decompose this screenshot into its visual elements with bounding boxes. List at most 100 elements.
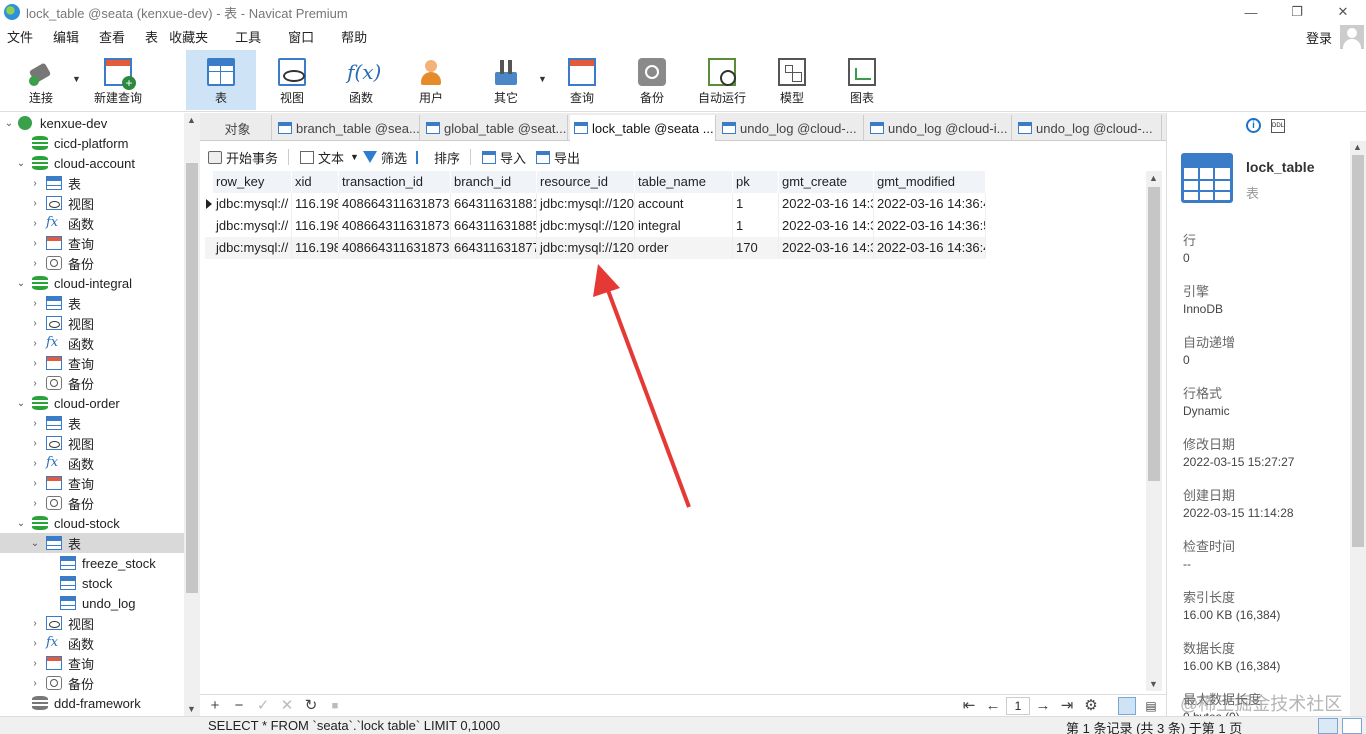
- tree-item[interactable]: › 备份: [0, 253, 184, 273]
- tree-item[interactable]: stock: [0, 573, 184, 593]
- tree-item[interactable]: › 查询: [0, 653, 184, 673]
- chevron-right-icon[interactable]: ›: [30, 218, 40, 229]
- view-button[interactable]: 视图: [262, 50, 322, 110]
- chevron-right-icon[interactable]: ›: [30, 678, 40, 689]
- chevron-right-icon[interactable]: ›: [30, 178, 40, 189]
- menu-file[interactable]: 文件: [0, 27, 46, 46]
- layout-toggle-left[interactable]: [1318, 718, 1338, 734]
- tree-item[interactable]: › 查询: [0, 353, 184, 373]
- chevron-right-icon[interactable]: ›: [30, 338, 40, 349]
- avatar[interactable]: [1340, 25, 1364, 49]
- tree-item[interactable]: ⌄ kenxue-dev: [0, 113, 184, 133]
- menu-window[interactable]: 窗口: [274, 27, 327, 46]
- column-header[interactable]: resource_id: [537, 171, 635, 193]
- filter-button[interactable]: 筛选: [363, 146, 407, 168]
- table-cell[interactable]: 170: [733, 237, 779, 259]
- column-header[interactable]: xid: [292, 171, 339, 193]
- text-button[interactable]: 文本 ▼: [300, 146, 359, 168]
- autorun-button[interactable]: 自动运行: [692, 50, 752, 110]
- tree-item[interactable]: › fx 函数: [0, 333, 184, 353]
- table-cell[interactable]: 2022-03-16 14:3: [779, 193, 874, 215]
- table-cell[interactable]: jdbc:mysql://120: [537, 237, 635, 259]
- table-cell[interactable]: account: [635, 193, 733, 215]
- column-header[interactable]: gmt_modified: [874, 171, 986, 193]
- stop-button[interactable]: ■: [326, 697, 344, 715]
- tree-item[interactable]: › 备份: [0, 493, 184, 513]
- tree-item[interactable]: › fx 函数: [0, 633, 184, 653]
- tree-item[interactable]: › 表: [0, 173, 184, 193]
- info-scroll-thumb[interactable]: [1352, 155, 1364, 547]
- chevron-down-icon[interactable]: ⌄: [30, 538, 40, 549]
- model-button[interactable]: 模型: [762, 50, 822, 110]
- menu-edit[interactable]: 编辑: [46, 27, 92, 46]
- chevron-right-icon[interactable]: ›: [30, 498, 40, 509]
- tree-item[interactable]: › 视图: [0, 433, 184, 453]
- tree-item[interactable]: ⌄ cloud-account: [0, 153, 184, 173]
- function-button[interactable]: f(x) 函数: [331, 50, 391, 110]
- begin-transaction-button[interactable]: 开始事务: [208, 146, 278, 168]
- chevron-down-icon[interactable]: ⌄: [4, 118, 14, 129]
- tree-scrollbar[interactable]: ▲ ▼: [184, 113, 200, 716]
- table-cell[interactable]: jdbc:mysql://120: [537, 215, 635, 237]
- backup-button[interactable]: 备份: [622, 50, 682, 110]
- close-button[interactable]: ✕: [1320, 0, 1366, 24]
- table-row[interactable]: jdbc:mysql://116.198 408664311631873 66431…: [205, 193, 986, 215]
- grid-scrollbar[interactable]: ▲ ▼: [1146, 171, 1162, 691]
- menu-help[interactable]: 帮助: [327, 27, 380, 46]
- connect-dropdown-icon[interactable]: ▼: [72, 74, 81, 84]
- tree-item[interactable]: › 表: [0, 413, 184, 433]
- menu-view[interactable]: 查看: [92, 27, 138, 46]
- maximize-button[interactable]: ❐: [1274, 0, 1320, 24]
- grid-settings-button[interactable]: ⚙: [1082, 697, 1100, 715]
- table-cell[interactable]: 2022-03-16 14:36:4: [874, 193, 986, 215]
- table-cell[interactable]: 2022-03-16 14:3: [779, 237, 874, 259]
- chart-button[interactable]: 图表: [832, 50, 892, 110]
- user-button[interactable]: 用户: [401, 50, 461, 110]
- table-cell[interactable]: 408664311631873: [339, 215, 451, 237]
- tree-item[interactable]: ⌄ cloud-stock: [0, 513, 184, 533]
- table-cell[interactable]: 408664311631873: [339, 237, 451, 259]
- info-scrollbar[interactable]: ▲: [1350, 141, 1366, 716]
- table-cell[interactable]: 2022-03-16 14:36:4: [874, 237, 986, 259]
- tree-item[interactable]: ⌄ cloud-integral: [0, 273, 184, 293]
- chevron-right-icon[interactable]: ›: [30, 238, 40, 249]
- tab-item[interactable]: undo_log @cloud-...: [1014, 115, 1162, 141]
- chevron-right-icon[interactable]: ›: [30, 258, 40, 269]
- tree-item[interactable]: › 视图: [0, 313, 184, 333]
- scroll-down-icon[interactable]: ▼: [187, 704, 196, 714]
- chevron-right-icon[interactable]: ›: [30, 458, 40, 469]
- chevron-right-icon[interactable]: ›: [30, 658, 40, 669]
- tree-item[interactable]: › 表: [0, 293, 184, 313]
- column-header[interactable]: gmt_create: [779, 171, 874, 193]
- tree-item[interactable]: › 视图: [0, 193, 184, 213]
- chevron-right-icon[interactable]: ›: [30, 298, 40, 309]
- prev-page-button[interactable]: ←: [984, 697, 1002, 715]
- tree-item[interactable]: › 查询: [0, 473, 184, 493]
- import-button[interactable]: 导入: [482, 146, 526, 168]
- scroll-up-icon[interactable]: ▲: [187, 115, 196, 125]
- tree-item[interactable]: › 查询: [0, 233, 184, 253]
- column-header[interactable]: table_name: [635, 171, 733, 193]
- tree-item[interactable]: freeze_stock: [0, 553, 184, 573]
- export-button[interactable]: 导出: [536, 146, 580, 168]
- tree-item[interactable]: › 备份: [0, 373, 184, 393]
- table-cell[interactable]: jdbc:mysql://120: [537, 193, 635, 215]
- tab-item[interactable]: lock_table @seata ...: [570, 115, 716, 141]
- scroll-down-icon[interactable]: ▼: [1149, 679, 1158, 689]
- chevron-down-icon[interactable]: ⌄: [16, 278, 26, 289]
- scroll-up-icon[interactable]: ▲: [1149, 173, 1158, 183]
- table-cell[interactable]: 1: [733, 193, 779, 215]
- table-cell[interactable]: 664311631877: [451, 237, 537, 259]
- table-cell[interactable]: 116.198: [292, 193, 339, 215]
- chevron-right-icon[interactable]: ›: [30, 638, 40, 649]
- tree-item[interactable]: › 备份: [0, 673, 184, 693]
- table-cell[interactable]: 664311631885: [451, 215, 537, 237]
- discard-changes-button[interactable]: ✕: [278, 697, 296, 715]
- table-cell[interactable]: jdbc:mysql://: [213, 193, 292, 215]
- tab-item[interactable]: branch_table @sea...: [274, 115, 420, 141]
- chevron-right-icon[interactable]: ›: [30, 618, 40, 629]
- chevron-down-icon[interactable]: ⌄: [16, 158, 26, 169]
- login-link[interactable]: 登录: [1306, 28, 1332, 47]
- tree-item[interactable]: undo_log: [0, 593, 184, 613]
- chevron-right-icon[interactable]: ›: [30, 438, 40, 449]
